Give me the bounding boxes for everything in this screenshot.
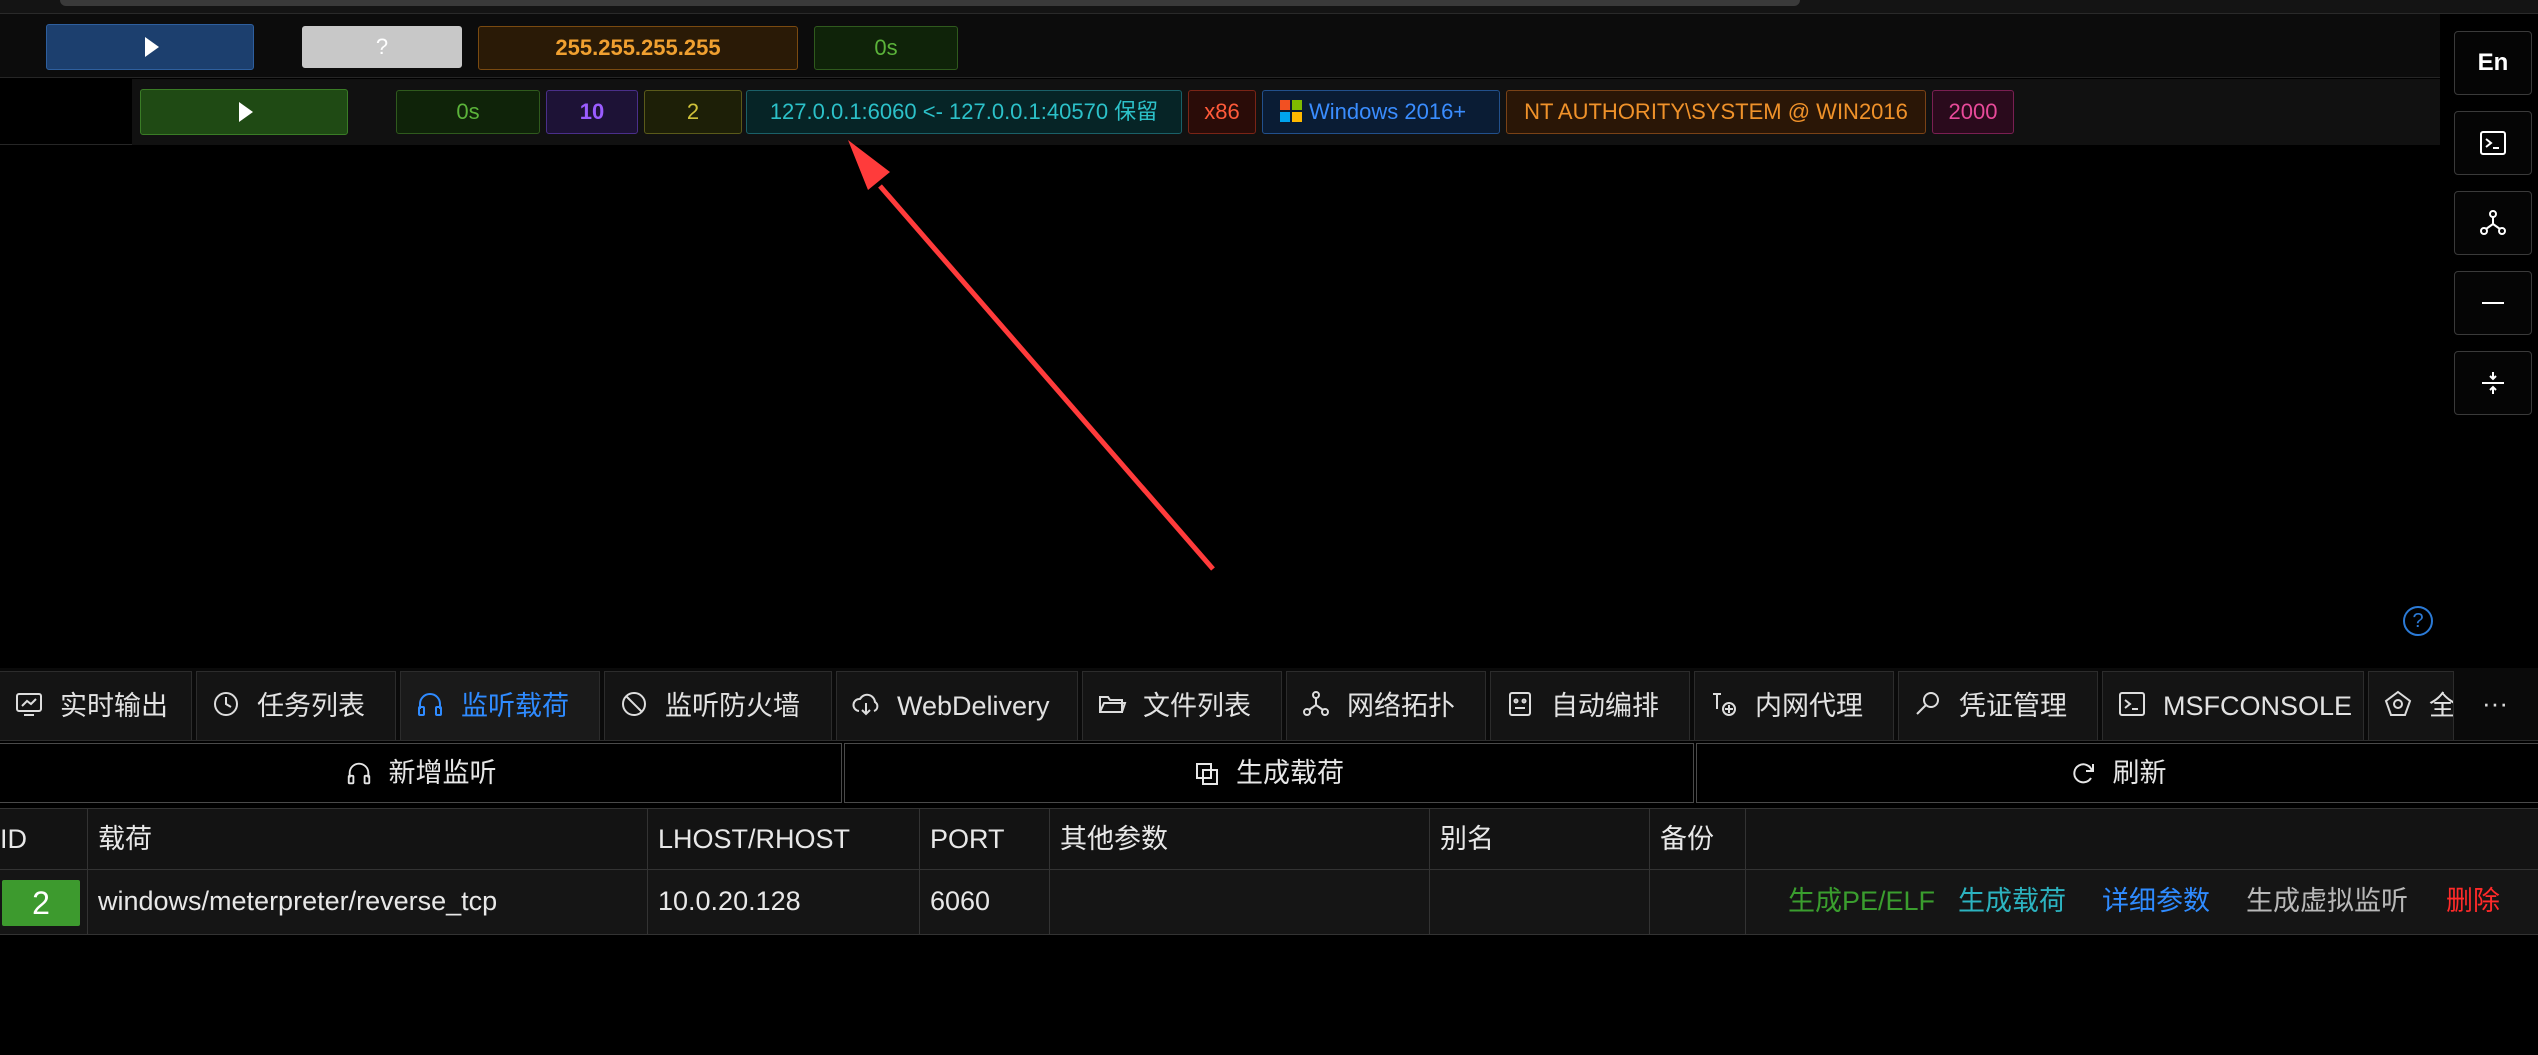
session-row-placeholder[interactable]: ? 255.255.255.255 0s — [0, 14, 2440, 78]
pentagon-icon — [2384, 690, 2412, 716]
clock-icon — [214, 692, 238, 716]
window-top-strip — [0, 0, 2538, 14]
cell-backup — [1650, 870, 1746, 934]
windows-logo-icon — [1279, 95, 1303, 122]
tab-credential-management[interactable]: 凭证管理 — [1898, 671, 2098, 740]
split-icon — [2482, 372, 2504, 394]
tab-msfconsole[interactable]: MSFCONSOLE — [2102, 671, 2364, 740]
window-top-bar — [60, 0, 1800, 6]
terminal-icon — [2480, 131, 2506, 155]
monitor-icon — [16, 693, 42, 716]
generate-payload-button[interactable]: 生成载荷 — [844, 743, 1694, 803]
cell-alias — [1430, 870, 1650, 934]
tab-intranet-proxy[interactable]: 内网代理 — [1694, 671, 1894, 740]
help-button[interactable]: ? — [2403, 606, 2433, 636]
copy-icon — [1196, 763, 1218, 785]
column-header-extra-params: 其他参数 — [1050, 809, 1430, 869]
listener-action-bar: 新增监听 生成载荷 刷新 — [0, 741, 2538, 806]
time-badge: 0s — [814, 26, 958, 70]
ip-badge: 255.255.255.255 — [478, 26, 798, 70]
topology-icon — [1303, 691, 1329, 716]
add-listener-label: 新增监听 — [388, 758, 497, 788]
cell-lhost: 10.0.20.128 — [648, 870, 920, 934]
terminal-icon — [2119, 692, 2145, 716]
column-header-payload: 载荷 — [88, 809, 648, 869]
session-time-badge: 0s — [396, 90, 540, 134]
key-search-icon — [1916, 692, 1939, 715]
column-header-lhost: LHOST/RHOST — [648, 809, 920, 869]
tab-file-list[interactable]: 文件列表 — [1082, 671, 1282, 740]
proxy-icon — [1713, 693, 1736, 716]
column-header-backup: 备份 — [1650, 809, 1746, 869]
delete-link[interactable]: 删除 — [2446, 870, 2500, 933]
language-button[interactable]: En — [2454, 31, 2532, 95]
tab-network-topology[interactable]: 网络拓扑 — [1286, 671, 1486, 740]
tab-auto-orchestration[interactable]: 自动编排 — [1490, 671, 1690, 740]
robot-icon — [1509, 692, 1531, 716]
minimize-button[interactable] — [2454, 271, 2532, 335]
connection-badge: 127.0.0.1:6060 <- 127.0.0.1:40570 保留 — [746, 90, 1182, 134]
play-button[interactable] — [46, 24, 254, 70]
tab-listener-firewall[interactable]: 监听防火墙 — [604, 671, 832, 740]
add-listener-button[interactable]: 新增监听 — [0, 743, 842, 803]
generate-pe-elf-link[interactable]: 生成PE/ELF — [1788, 870, 1935, 933]
folder-open-icon — [1099, 696, 1127, 713]
cell-operations: 生成PE/ELF 生成载荷 详细参数 生成虚拟监听 删除 — [1746, 870, 2538, 934]
tab-global[interactable]: 全 — [2368, 671, 2454, 740]
ban-icon — [622, 692, 646, 716]
topology-button[interactable] — [2454, 191, 2532, 255]
topology-icon — [2480, 210, 2506, 235]
tabs-more-button[interactable]: ··· — [2455, 668, 2535, 740]
headphones-icon — [347, 762, 370, 785]
column-header-operations — [1746, 809, 2538, 869]
cell-port: 6060 — [920, 870, 1050, 934]
table-row[interactable]: 2 windows/meterpreter/reverse_tcp 10.0.2… — [0, 870, 2538, 935]
generate-virtual-listener-link[interactable]: 生成虚拟监听 — [2246, 870, 2408, 933]
minimize-icon — [2482, 302, 2504, 304]
tab-webdelivery[interactable]: WebDelivery — [836, 671, 1078, 740]
count-badge-purple: 10 — [546, 90, 638, 134]
generate-payload-label: 生成载荷 — [1236, 758, 1344, 788]
cell-payload: windows/meterpreter/reverse_tcp — [88, 870, 648, 934]
unknown-badge: ? — [302, 26, 462, 68]
os-badge: Windows 2016+ — [1262, 90, 1500, 134]
column-header-alias: 别名 — [1430, 809, 1650, 869]
headphones-icon — [418, 693, 442, 716]
refresh-button[interactable]: 刷新 — [1696, 743, 2538, 803]
os-label: Windows 2016+ — [1309, 99, 1467, 124]
terminal-button[interactable] — [2454, 111, 2532, 175]
cell-id: 2 — [0, 870, 88, 934]
listener-table-header: ID 载荷 LHOST/RHOST PORT 其他参数 别名 备份 — [0, 808, 2538, 870]
arch-badge: x86 — [1188, 90, 1256, 134]
tab-task-list[interactable]: 任务列表 — [196, 671, 396, 740]
count-badge-yellow: 2 — [644, 90, 742, 134]
refresh-label: 刷新 — [2112, 758, 2167, 788]
column-header-id: ID — [0, 809, 88, 869]
user-badge: NT AUTHORITY\SYSTEM @ WIN2016 — [1506, 90, 1926, 134]
tab-listener-payload[interactable]: 监听载荷 — [400, 671, 600, 740]
generate-payload-link[interactable]: 生成载荷 — [1958, 870, 2066, 933]
play-button[interactable] — [140, 89, 348, 135]
pid-badge: 2000 — [1932, 90, 2014, 134]
cell-extra-params — [1050, 870, 1430, 934]
tab-bar: 实时输出 任务列表 监听载荷 监听防火墙 WebDelivery 文件列表 网络… — [0, 668, 2538, 741]
session-row[interactable]: 0s 10 2 127.0.0.1:6060 <- 127.0.0.1:4057… — [0, 79, 2440, 145]
refresh-icon — [2072, 763, 2094, 784]
cloud-download-icon — [852, 693, 879, 716]
column-header-port: PORT — [920, 809, 1050, 869]
split-button[interactable] — [2454, 351, 2532, 415]
id-badge: 2 — [2, 880, 80, 926]
detail-params-link[interactable]: 详细参数 — [2102, 870, 2210, 933]
tab-realtime-output[interactable]: 实时输出 — [0, 671, 192, 740]
